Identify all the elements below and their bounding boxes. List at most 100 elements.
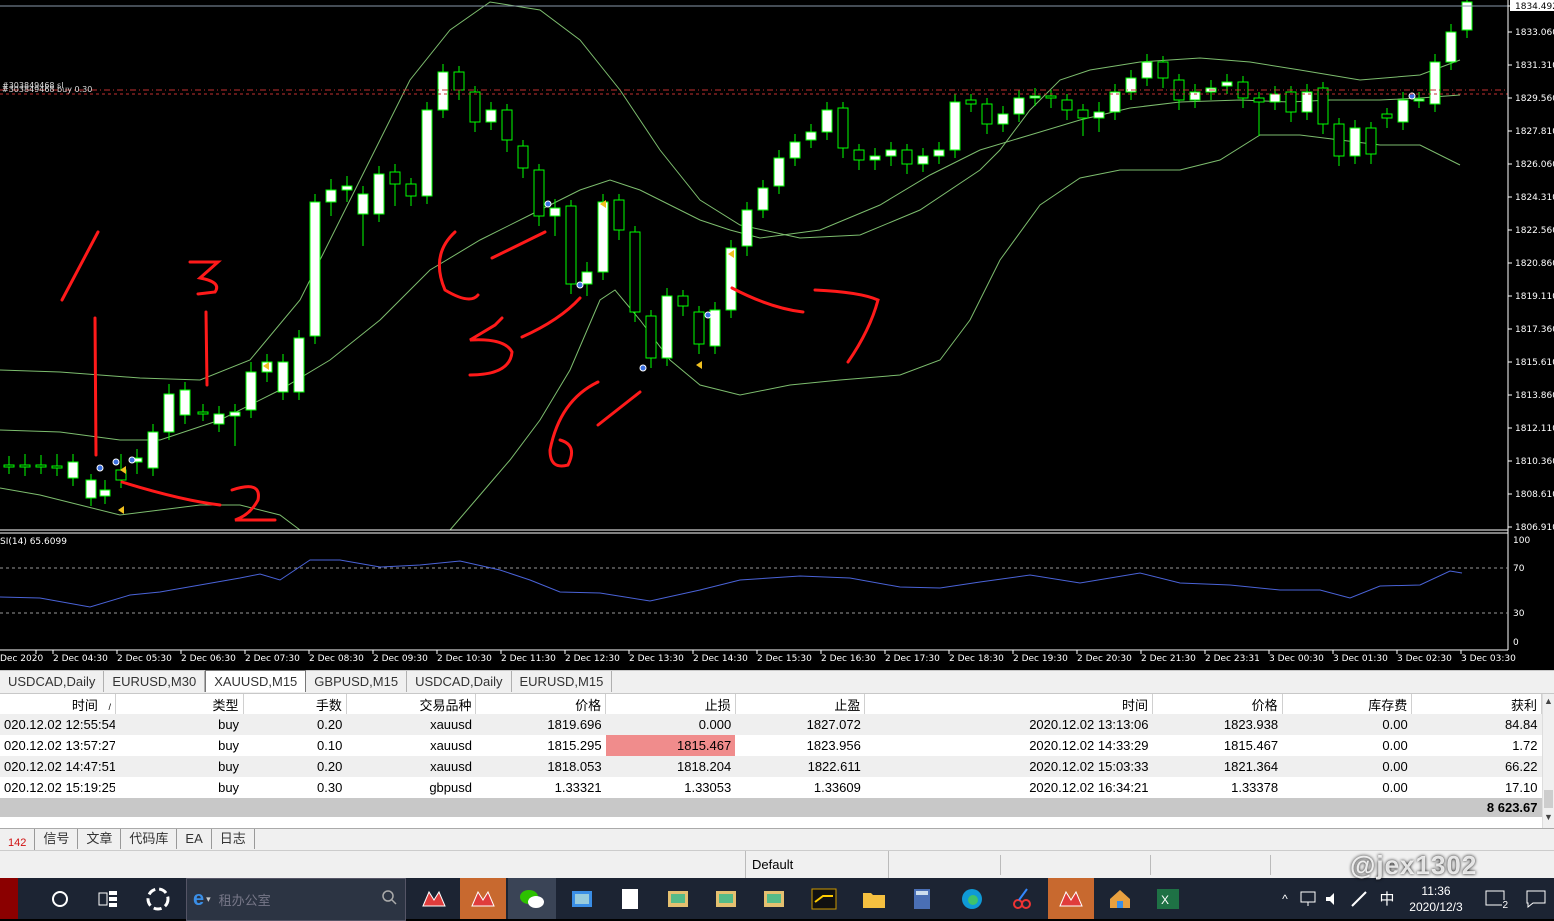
- network-app-icon[interactable]: [656, 878, 700, 919]
- table-row[interactable]: 020.12.02 14:47:51 buy 0.20 xauusd 1818.053 1…: [0, 756, 1542, 777]
- network-icon[interactable]: [1298, 878, 1320, 919]
- column-header[interactable]: 手数: [243, 694, 347, 714]
- column-header[interactable]: 获利: [1411, 694, 1542, 714]
- trade-entry-marker[interactable]: [128, 456, 136, 464]
- ie-icon: e: [193, 888, 205, 910]
- column-header[interactable]: 价格: [475, 694, 607, 714]
- system-clock[interactable]: 11:36 2020/12/3: [1398, 878, 1474, 919]
- wechat-icon[interactable]: [508, 878, 556, 919]
- price-tick-label: 1822.560: [1515, 226, 1554, 236]
- rsi-axis: 100 70 30 0: [1513, 536, 1530, 648]
- trade-entry-marker[interactable]: [544, 200, 552, 208]
- column-header[interactable]: 交易品种: [346, 694, 477, 714]
- chevron-up-icon[interactable]: ^: [1276, 878, 1294, 919]
- table-cell: 1821.364: [1152, 756, 1283, 777]
- scroll-thumb[interactable]: [1544, 790, 1553, 808]
- pinwheel-app-icon[interactable]: [136, 878, 180, 919]
- taskbar-edge: [0, 878, 18, 919]
- scissors-app-icon[interactable]: [1000, 878, 1044, 919]
- column-header[interactable]: 止损: [605, 694, 736, 714]
- symbol-tab[interactable]: EURUSD,M15: [512, 671, 613, 692]
- window-app-icon[interactable]: [560, 878, 604, 919]
- folder-icon[interactable]: [852, 878, 896, 919]
- candle-body: [565, 205, 577, 285]
- home-app-icon[interactable]: [1098, 878, 1142, 919]
- trade-exit-marker[interactable]: [118, 506, 124, 514]
- terminal-tab[interactable]: 信号: [35, 829, 79, 849]
- candle-body: [773, 157, 785, 187]
- search-dropdown-icon[interactable]: ▾: [206, 894, 211, 905]
- candle-body: [389, 171, 401, 185]
- mt4-app-icon[interactable]: [1048, 878, 1094, 919]
- trade-entry-marker[interactable]: [96, 464, 104, 472]
- mt4-app-icon[interactable]: [412, 878, 456, 919]
- candle-body: [821, 109, 833, 133]
- time-axis[interactable]: Dec 2020 2 Dec 04:30 2 Dec 05:30 2 Dec 06:3…: [0, 650, 1516, 664]
- column-header[interactable]: 类型: [115, 694, 244, 714]
- trade-entry-marker[interactable]: [639, 364, 647, 372]
- column-header[interactable]: 库存费: [1282, 694, 1413, 714]
- symbol-tab[interactable]: XAUUSD,M15: [205, 670, 307, 692]
- candle-body: [501, 109, 513, 141]
- trade-exit-marker[interactable]: [696, 361, 702, 369]
- candle-body: [3, 464, 15, 468]
- trading-app-icon[interactable]: [802, 878, 846, 919]
- time-tick-label: 2 Dec 04:30: [53, 654, 108, 664]
- terminal-tab[interactable]: 日志: [212, 829, 255, 849]
- candle-body: [1109, 91, 1121, 113]
- ime-indicator[interactable]: 中: [1376, 878, 1398, 919]
- candle-body: [1221, 81, 1233, 87]
- trade-entry-marker[interactable]: [576, 281, 584, 289]
- trade-entry-marker[interactable]: [704, 311, 712, 319]
- document-icon[interactable]: [608, 878, 652, 919]
- price-axis[interactable]: 1834.492 1833.060 1831.310 1829.560 1827.810…: [1508, 0, 1554, 533]
- table-row[interactable]: 020.12.02 15:19:25 buy 0.30 gbpusd 1.33321 1.…: [0, 777, 1542, 798]
- volume-icon[interactable]: [1322, 878, 1344, 919]
- mt4-app-icon-active[interactable]: [460, 878, 506, 919]
- table-cell: 0.000: [605, 714, 736, 735]
- column-header[interactable]: 时间 /: [0, 694, 116, 714]
- price-tick-label: 1808.610: [1515, 490, 1554, 500]
- symbol-tab[interactable]: EURUSD,M30: [104, 671, 206, 692]
- table-scrollbar[interactable]: ▲ ▼: [1542, 694, 1554, 828]
- notification-icon[interactable]: [1518, 878, 1554, 919]
- scroll-up-icon[interactable]: ▲: [1544, 696, 1553, 706]
- edge-icon[interactable]: [948, 878, 996, 919]
- network-app-icon[interactable]: [704, 878, 748, 919]
- column-header[interactable]: 时间: [864, 694, 1153, 714]
- taskbar-search[interactable]: e ▾ 租办公室: [186, 878, 406, 921]
- table-cell: xauusd: [346, 714, 476, 735]
- annotation-stroke: [188, 260, 222, 296]
- table-cell: 1822.611: [735, 756, 865, 777]
- terminal-tab[interactable]: 文章: [78, 829, 122, 849]
- candle-body: [805, 131, 817, 141]
- column-header[interactable]: 价格: [1152, 694, 1283, 714]
- table-cell: 1815.295: [547, 738, 602, 753]
- excel-icon[interactable]: X: [1146, 878, 1190, 919]
- table-row[interactable]: 020.12.02 13:57:27 buy 0.10 xauusd 1815.295 1…: [0, 735, 1542, 756]
- symbol-tab[interactable]: GBPUSD,M15: [306, 671, 408, 692]
- chart-canvas[interactable]: 1234567 #303849468 sl #303849468 buy 0.3…: [0, 0, 1554, 668]
- cortana-icon[interactable]: [40, 878, 80, 919]
- search-icon[interactable]: [381, 889, 397, 910]
- terminal-tab[interactable]: EA: [177, 829, 212, 849]
- table-row[interactable]: 020.12.02 12:55:54 buy 0.20 xauusd 1819.696 0…: [0, 714, 1542, 735]
- table-cell: 1.33321: [554, 780, 602, 795]
- watermark: @jex1302: [1350, 850, 1478, 880]
- profile-name[interactable]: Default: [745, 851, 889, 879]
- symbol-tab[interactable]: USDCAD,Daily: [0, 671, 105, 692]
- terminal-tab[interactable]: 代码库: [121, 829, 178, 849]
- task-view-icon[interactable]: [88, 878, 128, 919]
- network-app-icon[interactable]: [752, 878, 796, 919]
- terminal-tabs: 142 信号 文章 代码库 EA 日志: [0, 828, 1554, 853]
- scroll-down-icon[interactable]: ▼: [1544, 812, 1553, 822]
- candle-body: [85, 479, 97, 499]
- pen-icon[interactable]: [1346, 878, 1372, 919]
- action-center-icon[interactable]: 2: [1478, 878, 1514, 919]
- trade-entry-marker[interactable]: [112, 458, 120, 466]
- calculator-icon[interactable]: [900, 878, 944, 919]
- price-chart[interactable]: 1234567 #303849468 sl #303849468 buy 0.3…: [0, 0, 1554, 668]
- candle-body: [277, 361, 289, 393]
- symbol-tab[interactable]: USDCAD,Daily: [407, 671, 512, 692]
- column-header[interactable]: 止盈: [735, 694, 866, 714]
